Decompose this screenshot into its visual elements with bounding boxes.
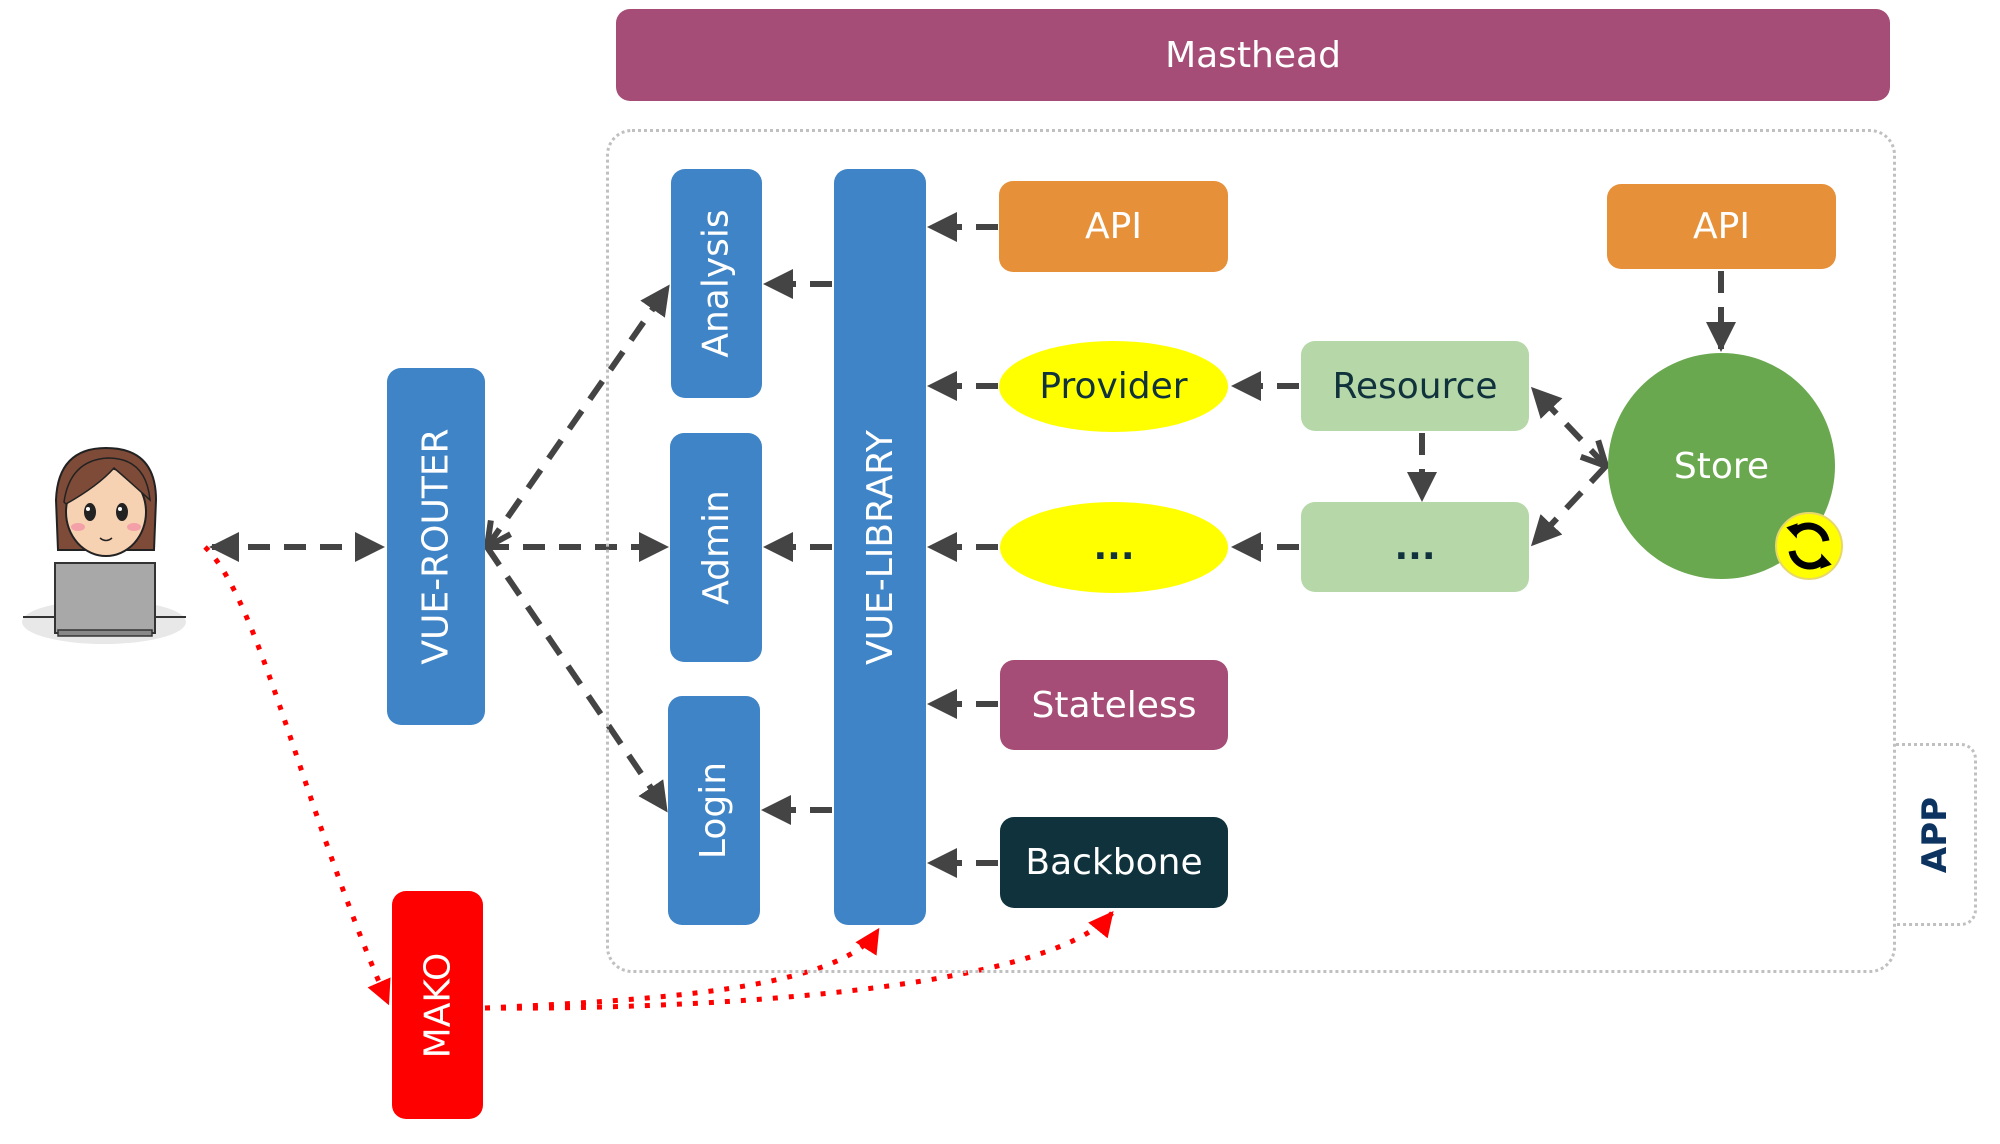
api-box[interactable]: API <box>999 181 1228 272</box>
provider-label: Provider <box>1039 366 1188 407</box>
resource-label: Resource <box>1332 365 1498 407</box>
page-login[interactable]: Login <box>668 696 760 925</box>
vue-library-box[interactable]: VUE-LIBRARY <box>834 169 926 925</box>
vue-library-label: VUE-LIBRARY <box>859 429 901 665</box>
page-admin[interactable]: Admin <box>670 433 762 662</box>
provider-ellipse[interactable]: Provider <box>999 341 1228 432</box>
resource-more-box[interactable]: ... <box>1301 502 1529 592</box>
backbone-box[interactable]: Backbone <box>1000 817 1228 908</box>
page-analysis[interactable]: Analysis <box>671 169 762 398</box>
page-login-label: Login <box>693 761 735 860</box>
stateless-box[interactable]: Stateless <box>1000 660 1228 750</box>
store-label: Store <box>1673 445 1770 487</box>
page-analysis-label: Analysis <box>696 209 738 358</box>
refresh-icon <box>1775 512 1843 580</box>
app-label: APP <box>1915 796 1955 873</box>
provider-more-ellipse[interactable]: ... <box>1000 502 1228 593</box>
mako-box[interactable]: MAKO <box>392 891 483 1119</box>
backbone-label: Backbone <box>1025 842 1203 883</box>
page-admin-label: Admin <box>695 490 737 605</box>
api-label: API <box>1085 206 1142 247</box>
vue-router-box[interactable]: VUE-ROUTER <box>387 368 485 725</box>
store-api-label: API <box>1693 206 1750 247</box>
mako-label: MAKO <box>417 952 459 1058</box>
masthead: Masthead <box>616 9 1890 101</box>
store-api-box[interactable]: API <box>1607 184 1836 269</box>
vue-router-label: VUE-ROUTER <box>415 428 457 665</box>
user-with-laptop-icon <box>22 446 186 644</box>
masthead-label: Masthead <box>1165 34 1341 76</box>
resource-box[interactable]: Resource <box>1301 341 1529 431</box>
resource-more-label: ... <box>1394 526 1436 568</box>
app-tab: APP <box>1896 743 1977 926</box>
provider-more-label: ... <box>1093 527 1135 568</box>
stateless-label: Stateless <box>1031 684 1197 726</box>
arrow-user-mako <box>203 545 391 1006</box>
